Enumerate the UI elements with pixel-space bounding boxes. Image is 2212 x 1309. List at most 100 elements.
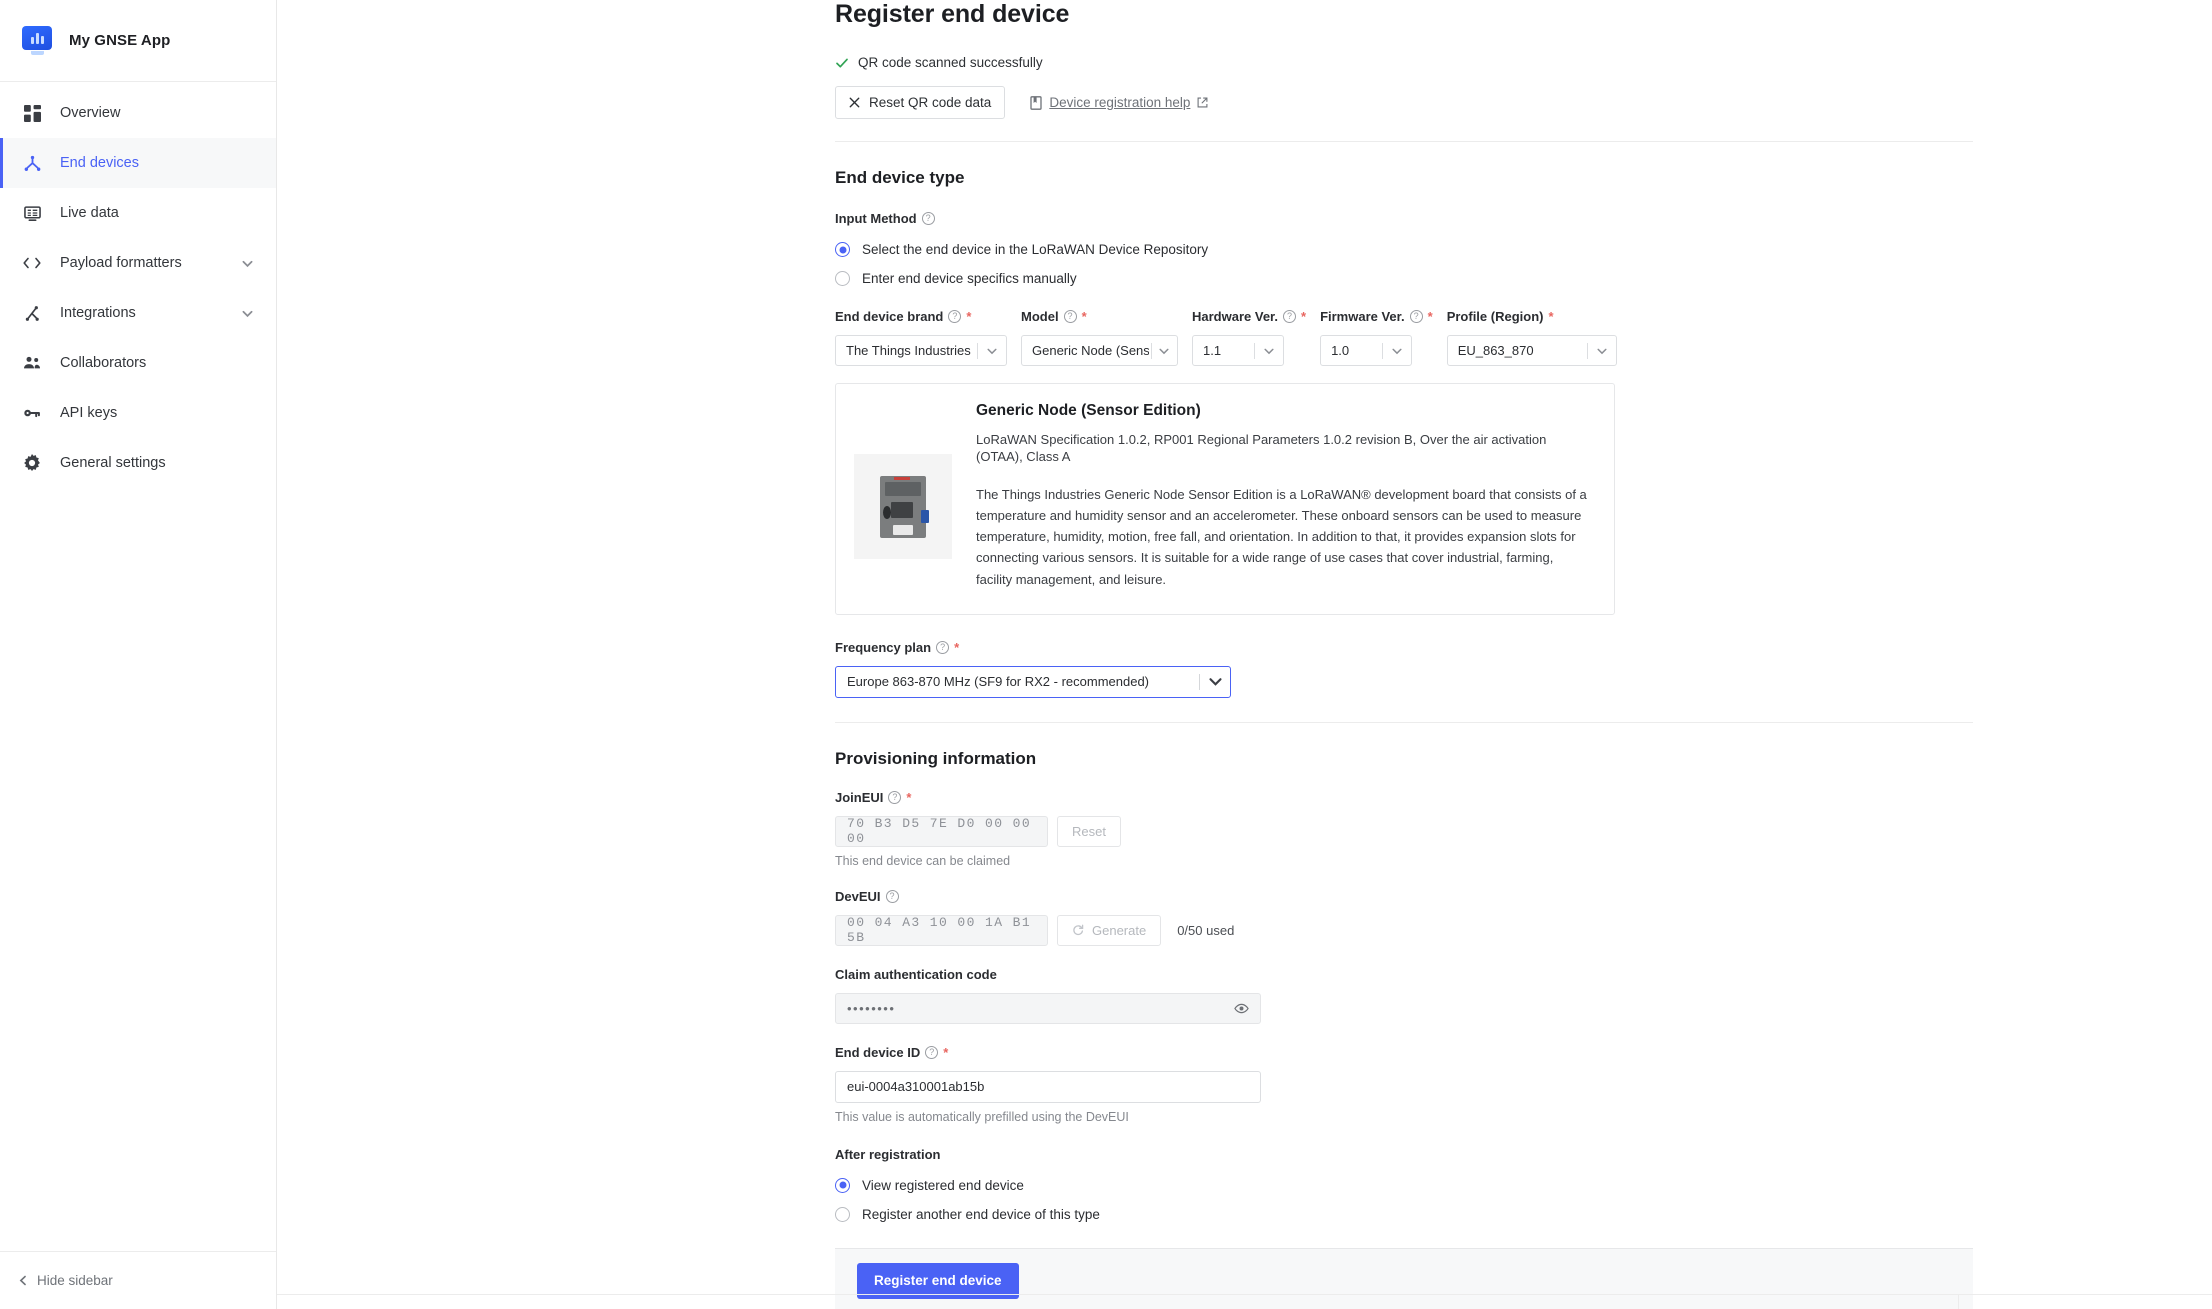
required-marker: * bbox=[943, 1044, 949, 1060]
device-registration-help-link[interactable]: Device registration help bbox=[1030, 95, 1208, 110]
qr-actions: Reset QR code data Device registration h… bbox=[835, 86, 1973, 119]
key-icon bbox=[22, 403, 42, 423]
chevron-down-icon[interactable] bbox=[241, 257, 254, 270]
join-eui-hint: This end device can be claimed bbox=[835, 853, 1011, 868]
help-icon[interactable]: ? bbox=[936, 640, 950, 654]
app-root: My GNSE App Overview End devices Live da… bbox=[0, 0, 2212, 1309]
input-method-option-label: Enter end device specifics manually bbox=[862, 271, 1077, 286]
model-select[interactable]: Generic Node (Sens... bbox=[1021, 335, 1178, 366]
device-info-body: Generic Node (Sensor Edition) LoRaWAN Sp… bbox=[976, 402, 1592, 590]
hide-sidebar-button[interactable]: Hide sidebar bbox=[0, 1251, 276, 1309]
integration-node-icon bbox=[22, 303, 42, 323]
app-title: My GNSE App bbox=[69, 32, 171, 49]
device-info-card: Generic Node (Sensor Edition) LoRaWAN Sp… bbox=[835, 383, 1615, 615]
sidebar-item-end-devices[interactable]: End devices bbox=[0, 138, 276, 188]
divider bbox=[835, 721, 1973, 723]
input-method-label: Input Method ? bbox=[835, 211, 935, 226]
sidebar-item-api-keys[interactable]: API keys bbox=[0, 388, 276, 438]
input-method-option-manual[interactable]: Enter end device specifics manually bbox=[835, 271, 1973, 286]
chevron-down-icon[interactable] bbox=[241, 307, 254, 320]
book-icon bbox=[1030, 95, 1042, 110]
chevron-down-icon bbox=[1255, 345, 1283, 357]
help-icon[interactable]: ? bbox=[888, 790, 902, 804]
required-marker: * bbox=[906, 789, 912, 805]
reset-qr-code-label: Reset QR code data bbox=[869, 95, 992, 110]
dev-eui-input[interactable]: 00 04 A3 10 00 1A B1 5B bbox=[835, 914, 1048, 946]
after-registration-option-label: View registered end device bbox=[862, 1177, 1024, 1193]
end-device-id-group: End device ID ? * eui-0004a310001ab15b T… bbox=[835, 1044, 1973, 1124]
model-label: Model ? * bbox=[1021, 309, 1087, 324]
radio-icon[interactable] bbox=[835, 1177, 850, 1193]
chevron-left-icon bbox=[18, 1275, 29, 1286]
refresh-icon bbox=[1072, 924, 1084, 936]
main-content: Register end device QR code scanned succ… bbox=[277, 0, 2212, 1309]
profile-region-value: EU_863_870 bbox=[1457, 343, 1534, 358]
chevron-down-icon bbox=[978, 345, 1006, 357]
model-group: Model ? * Generic Node (Sens... bbox=[1021, 308, 1178, 366]
sidebar-item-integrations[interactable]: Integrations bbox=[0, 288, 276, 338]
join-eui-label: JoinEUI ? * bbox=[835, 789, 912, 805]
join-eui-input[interactable]: 70 B3 D5 7E D0 00 00 00 bbox=[835, 815, 1048, 847]
join-eui-reset-button[interactable]: Reset bbox=[1057, 815, 1121, 847]
radio-icon[interactable] bbox=[835, 1206, 850, 1222]
sidebar-item-general-settings[interactable]: General settings bbox=[0, 438, 276, 488]
sidebar-header: My GNSE App bbox=[0, 0, 276, 82]
input-method-option-label: Select the end device in the LoRaWAN Dev… bbox=[862, 242, 1209, 257]
firmware-version-select[interactable]: 1.0 bbox=[1320, 335, 1413, 366]
profile-region-select[interactable]: EU_863_870 bbox=[1446, 335, 1617, 366]
monitor-list-icon bbox=[22, 203, 42, 223]
required-marker: * bbox=[966, 309, 972, 324]
help-icon[interactable]: ? bbox=[925, 1045, 939, 1059]
claim-code-value: •••••••• bbox=[847, 1000, 896, 1016]
after-registration-option-label: Register another end device of this type bbox=[862, 1206, 1100, 1222]
after-registration-option-another[interactable]: Register another end device of this type bbox=[835, 1206, 1973, 1222]
radio-icon[interactable] bbox=[835, 271, 850, 286]
chevron-down-icon bbox=[1588, 345, 1616, 357]
reset-qr-code-button[interactable]: Reset QR code data bbox=[835, 86, 1006, 119]
hardware-version-label: Hardware Ver. ? * bbox=[1192, 309, 1307, 324]
sidebar-item-label: End devices bbox=[60, 155, 139, 171]
sidebar-item-overview[interactable]: Overview bbox=[0, 88, 276, 138]
sidebar-item-live-data[interactable]: Live data bbox=[0, 188, 276, 238]
help-icon[interactable]: ? bbox=[921, 212, 935, 225]
sidebar-item-collaborators[interactable]: Collaborators bbox=[0, 338, 276, 388]
required-marker: * bbox=[1301, 309, 1307, 324]
required-marker: * bbox=[954, 639, 960, 655]
frequency-plan-select[interactable]: Europe 863-870 MHz (SF9 for RX2 - recomm… bbox=[835, 665, 1231, 698]
after-registration-option-view[interactable]: View registered end device bbox=[835, 1177, 1973, 1193]
claim-code-input[interactable]: •••••••• bbox=[835, 992, 1261, 1024]
frequency-plan-label: Frequency plan ? * bbox=[835, 639, 960, 655]
device-selects-row: End device brand ? * The Things Industri… bbox=[835, 308, 1973, 366]
help-icon[interactable]: ? bbox=[1409, 310, 1423, 323]
bottom-right-divider bbox=[1958, 1295, 2212, 1309]
help-icon[interactable]: ? bbox=[1063, 310, 1077, 323]
required-marker: * bbox=[1081, 309, 1087, 324]
end-device-brand-select[interactable]: The Things Industries bbox=[835, 335, 1007, 366]
end-device-brand-group: End device brand ? * The Things Industri… bbox=[835, 308, 1007, 366]
help-icon[interactable]: ? bbox=[1283, 310, 1296, 323]
input-method-option-repository[interactable]: Select the end device in the LoRaWAN Dev… bbox=[835, 242, 1973, 257]
help-icon[interactable]: ? bbox=[948, 310, 962, 323]
dev-eui-generate-button[interactable]: Generate bbox=[1057, 914, 1162, 946]
sidebar-nav: Overview End devices Live data Payload f… bbox=[0, 82, 276, 1251]
profile-region-label: Profile (Region) * bbox=[1446, 309, 1554, 324]
radio-icon[interactable] bbox=[835, 242, 850, 257]
dev-eui-label: DevEUI ? bbox=[835, 889, 899, 904]
people-icon bbox=[22, 353, 42, 373]
sidebar-item-label: Integrations bbox=[60, 305, 136, 321]
dev-eui-generate-label: Generate bbox=[1092, 922, 1147, 938]
required-marker: * bbox=[1427, 309, 1433, 324]
end-device-id-input[interactable]: eui-0004a310001ab15b bbox=[835, 1070, 1261, 1103]
hide-sidebar-label: Hide sidebar bbox=[37, 1273, 113, 1288]
help-icon[interactable]: ? bbox=[885, 889, 899, 903]
hardware-version-select[interactable]: 1.1 bbox=[1192, 335, 1284, 366]
end-device-type-heading: End device type bbox=[835, 168, 965, 187]
device-name: Generic Node (Sensor Edition) bbox=[976, 402, 1201, 419]
close-x-icon bbox=[849, 97, 860, 108]
device-description: The Things Industries Generic Node Senso… bbox=[976, 487, 1587, 587]
eye-icon[interactable] bbox=[1234, 1002, 1249, 1015]
sidebar-item-payload-formatters[interactable]: Payload formatters bbox=[0, 238, 276, 288]
gear-icon bbox=[22, 453, 42, 473]
page-title: Register end device bbox=[835, 0, 1070, 28]
chevron-down-icon bbox=[1383, 345, 1411, 357]
